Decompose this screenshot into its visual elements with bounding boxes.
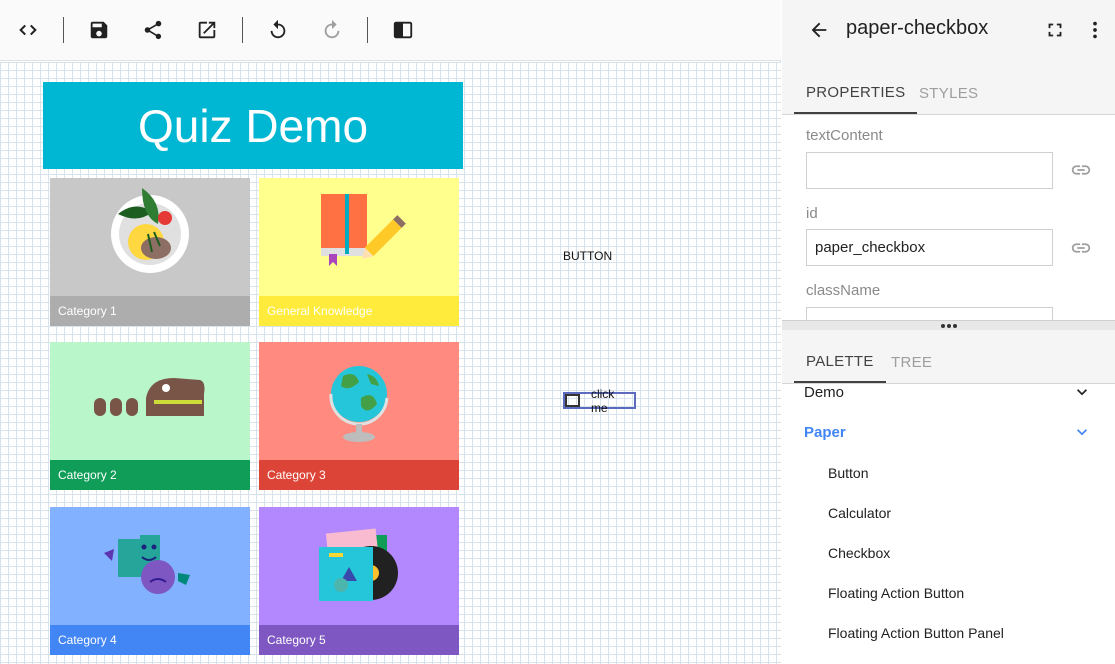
- classname-input[interactable]: [806, 307, 1053, 320]
- palette-group-demo[interactable]: Demo: [804, 384, 844, 401]
- inspector-tabs: PROPERTIES STYLES: [782, 61, 1115, 115]
- checkbox-label: click me: [590, 386, 615, 415]
- inspector-title: paper-checkbox: [846, 17, 989, 39]
- open-external-button[interactable]: [192, 15, 222, 45]
- app-window: Quiz Demo Category 1 General Knowledge C…: [0, 0, 1115, 664]
- tab-styles[interactable]: STYLES: [907, 72, 990, 114]
- redo-icon: [324, 19, 340, 39]
- book-pencil-icon: [321, 194, 406, 266]
- chevron-down-icon[interactable]: [1072, 384, 1092, 402]
- fullscreen-button[interactable]: [1041, 16, 1069, 44]
- code-icon: [19, 24, 37, 36]
- tab-properties[interactable]: PROPERTIES: [794, 72, 918, 114]
- tile-image: [50, 342, 250, 460]
- designer-pane: Quiz Demo Category 1 General Knowledge C…: [0, 0, 781, 664]
- tile-image: [259, 507, 459, 625]
- category-tile-3[interactable]: Category 3: [259, 342, 459, 490]
- inspector-pane: paper-checkbox PROPERTIES STYLES textCon…: [782, 0, 1115, 664]
- link-icon[interactable]: [1070, 241, 1092, 255]
- checkbox-box[interactable]: [565, 394, 580, 407]
- code-toggle-button[interactable]: [13, 15, 43, 45]
- tab-palette[interactable]: PALETTE: [794, 341, 886, 383]
- palette-group-paper[interactable]: Paper: [804, 424, 846, 441]
- paper-button[interactable]: BUTTON: [563, 249, 612, 263]
- tile-caption: Category 1: [50, 296, 250, 326]
- quiz-header[interactable]: Quiz Demo: [43, 82, 463, 169]
- tile-image: [259, 178, 459, 296]
- more-vert-icon: [1093, 21, 1097, 39]
- tile-caption: General Knowledge: [259, 296, 459, 326]
- palette-item-calculator[interactable]: Calculator: [828, 505, 891, 521]
- palette-list: Demo Paper Button Calculator Checkbox Fl…: [782, 384, 1115, 664]
- globe-icon: [329, 366, 389, 442]
- open-in-new-icon: [198, 21, 216, 39]
- tile-caption: Category 5: [259, 625, 459, 655]
- property-label: textContent: [806, 127, 883, 144]
- property-label: className: [806, 282, 881, 299]
- design-canvas[interactable]: Quiz Demo Category 1 General Knowledge C…: [0, 62, 781, 664]
- palette-item-button[interactable]: Button: [828, 465, 868, 481]
- fullscreen-icon: [1048, 23, 1062, 37]
- palette-item-checkbox[interactable]: Checkbox: [828, 545, 890, 561]
- share-icon: [144, 20, 162, 40]
- tile-image: [50, 178, 250, 296]
- undo-icon: [270, 19, 286, 39]
- property-label: id: [806, 205, 818, 222]
- dinosaur-skull-icon: [94, 378, 205, 416]
- textcontent-input[interactable]: [806, 152, 1053, 189]
- save-icon: [90, 21, 108, 39]
- side-panel-icon: [393, 21, 413, 39]
- toggle-panel-button[interactable]: [388, 15, 418, 45]
- quiz-title: Quiz Demo: [137, 99, 369, 152]
- arrow-back-icon: [811, 22, 827, 38]
- toolbar: [0, 0, 781, 61]
- link-icon[interactable]: [1070, 163, 1092, 177]
- undo-button[interactable]: [263, 15, 293, 45]
- category-tile-5[interactable]: Category 5: [259, 507, 459, 655]
- share-button[interactable]: [138, 15, 168, 45]
- toolbar-divider: [63, 17, 64, 43]
- tile-image: [259, 342, 459, 460]
- paper-checkbox[interactable]: click me: [563, 387, 636, 415]
- palette-tabs: PALETTE TREE: [782, 330, 1115, 384]
- tab-tree[interactable]: TREE: [879, 341, 944, 383]
- toolbar-divider: [242, 17, 243, 43]
- palette-item-fab[interactable]: Floating Action Button: [828, 585, 964, 601]
- more-menu-button[interactable]: [1081, 16, 1109, 44]
- toolbar-divider: [367, 17, 368, 43]
- redo-button[interactable]: [317, 15, 347, 45]
- chevron-down-icon[interactable]: [1072, 422, 1092, 442]
- panel-splitter[interactable]: [782, 320, 1115, 330]
- tile-caption: Category 2: [50, 460, 250, 490]
- tile-caption: Category 4: [50, 625, 250, 655]
- theater-masks-icon: [104, 535, 190, 594]
- tile-caption: Category 3: [259, 460, 459, 490]
- id-input[interactable]: [806, 229, 1053, 266]
- salad-plate-icon: [111, 188, 189, 273]
- drag-handle-icon: [940, 323, 957, 328]
- category-tile-1[interactable]: Category 1: [50, 178, 250, 326]
- palette-item-fab-panel[interactable]: Floating Action Button Panel: [828, 625, 1004, 641]
- inspector-header: paper-checkbox: [782, 0, 1115, 61]
- category-tile-4[interactable]: Category 4: [50, 507, 250, 655]
- music-records-icon: [319, 528, 398, 601]
- back-button[interactable]: [805, 16, 833, 44]
- category-tile-2[interactable]: Category 2: [50, 342, 250, 490]
- properties-panel: textContent id className: [782, 115, 1115, 320]
- category-tile-general-knowledge[interactable]: General Knowledge: [259, 178, 459, 326]
- tile-image: [50, 507, 250, 625]
- save-button[interactable]: [84, 15, 114, 45]
